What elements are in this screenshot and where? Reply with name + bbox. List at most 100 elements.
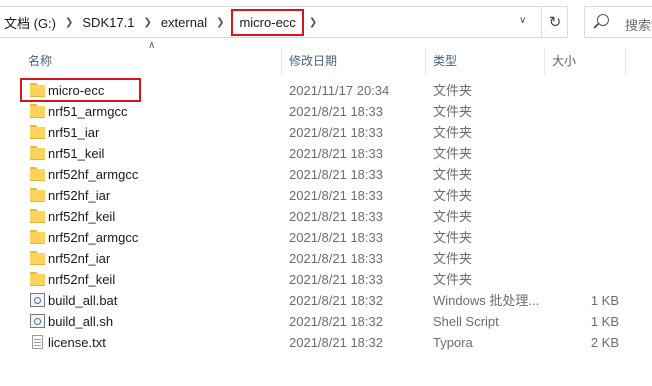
file-size bbox=[560, 248, 619, 269]
file-size bbox=[560, 227, 619, 248]
file-size: 1 KB bbox=[590, 314, 619, 329]
file-date: 2021/8/21 18:33 bbox=[289, 209, 383, 224]
file-name: nrf52hf_iar bbox=[48, 188, 111, 203]
file-name: nrf52nf_keil bbox=[48, 272, 116, 287]
file-type: Shell Script bbox=[433, 314, 499, 329]
file-type: Typora bbox=[433, 335, 473, 350]
file-type: 文件夹 bbox=[433, 251, 473, 266]
file-type: 文件夹 bbox=[433, 146, 473, 161]
file-date: 2021/11/17 20:34 bbox=[289, 83, 390, 98]
file-name: build_all.sh bbox=[48, 314, 114, 329]
column-header-type-label: 类型 bbox=[433, 54, 458, 68]
list-item[interactable]: micro-ecc 2021/11/17 20:34 文件夹 bbox=[0, 80, 652, 101]
list-item[interactable]: license.txt 2021/8/21 18:32 Typora 2 KB bbox=[0, 332, 652, 353]
list-item[interactable]: nrf52hf_keil 2021/8/21 18:33 文件夹 bbox=[0, 206, 652, 227]
folder-icon bbox=[30, 188, 45, 202]
file-date: 2021/8/21 18:33 bbox=[289, 251, 383, 266]
file-date: 2021/8/21 18:32 bbox=[289, 335, 383, 350]
chevron-right-icon[interactable]: ❯ bbox=[60, 17, 78, 28]
column-header-size-label: 大小 bbox=[552, 54, 577, 68]
column-header-name-label: 名称 bbox=[28, 54, 53, 68]
column-header-date-label: 修改日期 bbox=[289, 54, 338, 68]
file-type: 文件夹 bbox=[433, 230, 473, 245]
file-size: 2 KB bbox=[590, 335, 619, 350]
address-bar-region: 文档 (G:) ❯ SDK17.1 ❯ external ❯ micro-ecc… bbox=[0, 0, 652, 46]
file-size bbox=[560, 164, 619, 185]
search-placeholder: 搜索" bbox=[625, 18, 652, 33]
folder-icon bbox=[30, 230, 45, 244]
column-header-date[interactable]: 修改日期 bbox=[282, 48, 426, 74]
file-date: 2021/8/21 18:33 bbox=[289, 188, 383, 203]
file-list: micro-ecc 2021/11/17 20:34 文件夹 nrf51_arm… bbox=[0, 80, 652, 353]
list-item[interactable]: build_all.bat 2021/8/21 18:32 Windows 批处… bbox=[0, 290, 652, 311]
refresh-button[interactable]: ↻ bbox=[541, 7, 568, 37]
refresh-icon: ↻ bbox=[548, 14, 562, 31]
batch-file-icon bbox=[30, 293, 45, 307]
list-item[interactable]: nrf52nf_armgcc 2021/8/21 18:33 文件夹 bbox=[0, 227, 652, 248]
breadcrumb-external[interactable]: external bbox=[157, 15, 211, 30]
file-name: nrf52nf_armgcc bbox=[48, 230, 139, 245]
file-size bbox=[560, 185, 619, 206]
list-item[interactable]: nrf51_keil 2021/8/21 18:33 文件夹 bbox=[0, 143, 652, 164]
file-size: 1 KB bbox=[590, 293, 619, 308]
folder-icon bbox=[30, 146, 45, 160]
column-header-type[interactable]: 类型 bbox=[426, 48, 545, 74]
file-name: nrf52nf_iar bbox=[48, 251, 111, 266]
file-date: 2021/8/21 18:33 bbox=[289, 104, 383, 119]
file-date: 2021/8/21 18:33 bbox=[289, 167, 383, 182]
column-header-size[interactable]: 大小 bbox=[545, 48, 626, 74]
address-bar[interactable]: 文档 (G:) ❯ SDK17.1 ❯ external ❯ micro-ecc… bbox=[0, 6, 568, 38]
file-size bbox=[560, 80, 619, 101]
column-header-name[interactable]: 名称 bbox=[20, 48, 282, 74]
chevron-right-icon[interactable]: ❯ bbox=[211, 17, 229, 28]
file-date: 2021/8/21 18:32 bbox=[289, 314, 383, 329]
file-date: 2021/8/21 18:33 bbox=[289, 230, 383, 245]
search-input[interactable]: 搜索" bbox=[584, 6, 652, 38]
folder-icon bbox=[30, 104, 45, 118]
list-item[interactable]: nrf52hf_armgcc 2021/8/21 18:33 文件夹 bbox=[0, 164, 652, 185]
file-size bbox=[560, 206, 619, 227]
file-name: nrf51_keil bbox=[48, 146, 105, 161]
text-file-icon bbox=[30, 335, 45, 349]
folder-icon bbox=[30, 209, 45, 223]
file-name: nrf52hf_keil bbox=[48, 209, 116, 224]
list-item[interactable]: nrf51_iar 2021/8/21 18:33 文件夹 bbox=[0, 122, 652, 143]
folder-icon bbox=[30, 125, 45, 139]
chevron-down-icon[interactable]: ∨ bbox=[519, 15, 526, 26]
shell-script-icon bbox=[30, 314, 45, 328]
file-date: 2021/8/21 18:33 bbox=[289, 146, 383, 161]
file-name: license.txt bbox=[48, 335, 106, 350]
folder-icon bbox=[30, 251, 45, 265]
file-type: 文件夹 bbox=[433, 83, 473, 98]
file-name: nrf52hf_armgcc bbox=[48, 167, 139, 182]
list-item[interactable]: build_all.sh 2021/8/21 18:32 Shell Scrip… bbox=[0, 311, 652, 332]
column-header-row: 名称 修改日期 类型 大小 bbox=[0, 48, 652, 74]
file-date: 2021/8/21 18:33 bbox=[289, 272, 383, 287]
chevron-right-icon[interactable]: ❯ bbox=[304, 17, 322, 28]
file-size bbox=[560, 122, 619, 143]
file-size bbox=[560, 269, 619, 290]
list-item[interactable]: nrf52hf_iar 2021/8/21 18:33 文件夹 bbox=[0, 185, 652, 206]
file-date: 2021/8/21 18:33 bbox=[289, 125, 383, 140]
file-type: 文件夹 bbox=[433, 125, 473, 140]
file-name: micro-ecc bbox=[48, 83, 105, 98]
list-item[interactable]: nrf52nf_keil 2021/8/21 18:33 文件夹 bbox=[0, 269, 652, 290]
file-name: nrf51_armgcc bbox=[48, 104, 128, 119]
folder-icon bbox=[30, 83, 45, 97]
file-name: build_all.bat bbox=[48, 293, 118, 308]
file-type: Windows 批处理... bbox=[433, 293, 540, 308]
list-item[interactable]: nrf51_armgcc 2021/8/21 18:33 文件夹 bbox=[0, 101, 652, 122]
breadcrumb-current[interactable]: micro-ecc bbox=[231, 8, 304, 36]
folder-icon bbox=[30, 167, 45, 181]
file-size bbox=[560, 143, 619, 164]
file-type: 文件夹 bbox=[433, 188, 473, 203]
breadcrumb-sdk[interactable]: SDK17.1 bbox=[78, 15, 138, 30]
breadcrumb: 文档 (G:) ❯ SDK17.1 ❯ external ❯ micro-ecc… bbox=[0, 7, 322, 37]
breadcrumb-drive[interactable]: 文档 (G:) bbox=[0, 13, 60, 32]
chevron-right-icon[interactable]: ❯ bbox=[138, 17, 156, 28]
file-type: 文件夹 bbox=[433, 167, 473, 182]
list-item[interactable]: nrf52nf_iar 2021/8/21 18:33 文件夹 bbox=[0, 248, 652, 269]
file-type: 文件夹 bbox=[433, 209, 473, 224]
file-name: nrf51_iar bbox=[48, 125, 100, 140]
file-type: 文件夹 bbox=[433, 272, 473, 287]
